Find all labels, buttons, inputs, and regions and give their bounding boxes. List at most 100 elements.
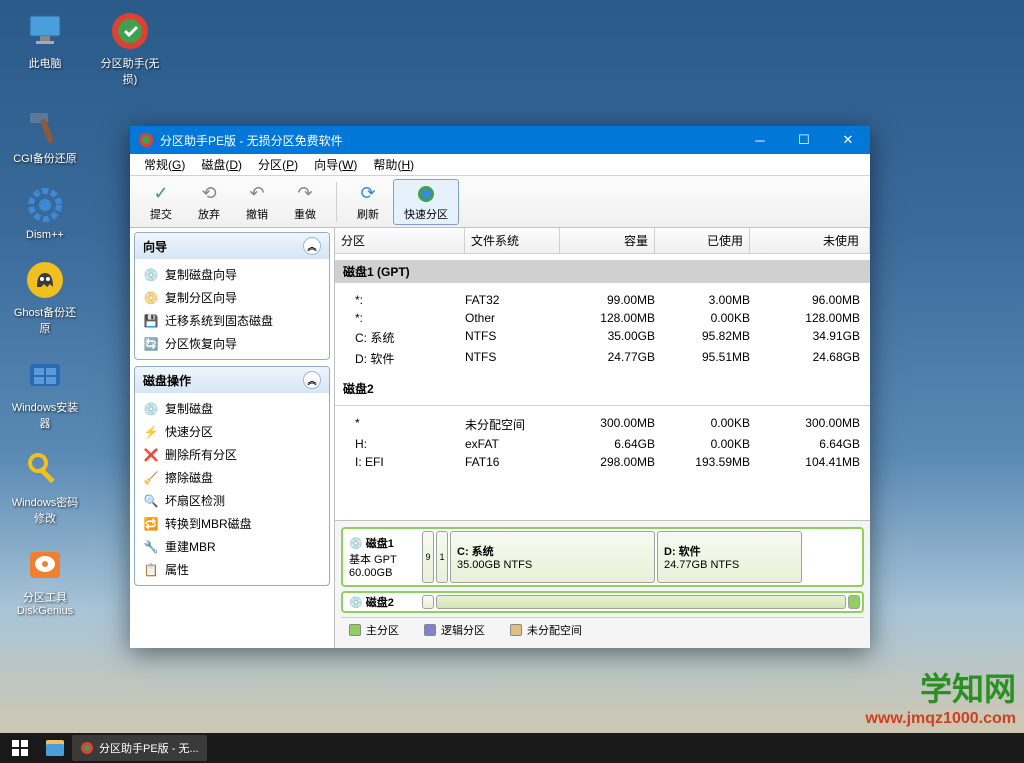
tool-quick-partition[interactable]: 快速分区 <box>393 179 459 225</box>
app-window: 分区助手PE版 - 无损分区免费软件 ─ ☐ ✕ 常规(G) 磁盘(D) 分区(… <box>130 126 870 648</box>
delete-icon: ❌ <box>143 447 159 463</box>
desktop-icon-diskgenius[interactable]: 分区工具DiskGenius <box>10 544 80 617</box>
taskbar-app[interactable]: 分区助手PE版 - 无... <box>72 735 207 761</box>
close-button[interactable]: ✕ <box>826 126 870 154</box>
desktop-icon-dism[interactable]: Dism++ <box>10 184 80 241</box>
partition-table: 磁盘1 (GPT) *:FAT3299.00MB3.00MB96.00MB *:… <box>335 254 870 520</box>
sidebar: 向导︽ 💿复制磁盘向导 📀复制分区向导 💾迁移系统到固态磁盘 🔄分区恢复向导 磁… <box>130 228 335 648</box>
tool-undo[interactable]: ↶撤销 <box>234 179 280 225</box>
col-partition[interactable]: 分区 <box>335 228 465 253</box>
menu-wizard[interactable]: 向导(W) <box>306 156 365 173</box>
partition-icon: 📀 <box>143 290 159 306</box>
taskbar-explorer-icon[interactable] <box>40 740 70 756</box>
sidebar-item-quick-partition[interactable]: ⚡快速分区 <box>141 420 323 443</box>
desktop-icon-partition-assist[interactable]: 分区助手(无损) <box>95 10 165 87</box>
sidebar-item-bad-sector[interactable]: 🔍坏扇区检测 <box>141 489 323 512</box>
partition-assist-icon <box>109 10 151 52</box>
copy-icon: 💿 <box>143 401 159 417</box>
key-icon <box>24 449 66 491</box>
app-icon <box>138 132 154 148</box>
partition-box[interactable]: 9 <box>422 531 434 583</box>
disk2-visual[interactable]: 💿 磁盘2 <box>341 591 864 613</box>
maximize-button[interactable]: ☐ <box>782 126 826 154</box>
ssd-icon: 💾 <box>143 313 159 329</box>
sidebar-item-recover-wizard[interactable]: 🔄分区恢复向导 <box>141 332 323 355</box>
sidebar-item-copy-partition-wizard[interactable]: 📀复制分区向导 <box>141 286 323 309</box>
start-button[interactable] <box>0 733 40 763</box>
legend-unallocated: 未分配空间 <box>510 622 582 638</box>
table-row[interactable]: H:exFAT6.64GB0.00KB6.64GB <box>335 435 870 453</box>
computer-icon <box>24 10 66 52</box>
partition-box-c[interactable]: C: 系统35.00GB NTFS <box>450 531 655 583</box>
chevron-up-icon: ︽ <box>303 237 321 255</box>
col-free[interactable]: 未使用 <box>750 228 870 253</box>
redo-icon: ↷ <box>293 182 317 206</box>
properties-icon: 📋 <box>143 562 159 578</box>
table-row[interactable]: *:FAT3299.00MB3.00MB96.00MB <box>335 291 870 309</box>
convert-icon: 🔁 <box>143 516 159 532</box>
col-capacity[interactable]: 容量 <box>560 228 655 253</box>
quick-partition-icon <box>414 182 438 206</box>
menu-partition[interactable]: 分区(P) <box>250 156 306 173</box>
gear-icon <box>24 184 66 226</box>
partition-box[interactable]: 1 <box>436 531 448 583</box>
panel-disk-ops: 磁盘操作︽ 💿复制磁盘 ⚡快速分区 ❌删除所有分区 🧹擦除磁盘 🔍坏扇区检测 🔁… <box>134 366 330 586</box>
main-area: 分区 文件系统 容量 已使用 未使用 磁盘1 (GPT) *:FAT3299.0… <box>335 228 870 648</box>
sidebar-item-rebuild-mbr[interactable]: 🔧重建MBR <box>141 535 323 558</box>
col-used[interactable]: 已使用 <box>655 228 750 253</box>
disk1-visual[interactable]: 💿 磁盘1 基本 GPT 60.00GB 9 1 C: 系统35.00GB NT… <box>341 527 864 587</box>
chevron-up-icon: ︽ <box>303 371 321 389</box>
table-row[interactable]: C: 系统NTFS35.00GB95.82MB34.91GB <box>335 327 870 348</box>
sidebar-item-copy-disk-wizard[interactable]: 💿复制磁盘向导 <box>141 263 323 286</box>
panel-disk-ops-header[interactable]: 磁盘操作︽ <box>135 367 329 393</box>
table-row[interactable]: D: 软件NTFS24.77GB95.51MB24.68GB <box>335 348 870 369</box>
col-fs[interactable]: 文件系统 <box>465 228 560 253</box>
menu-general[interactable]: 常规(G) <box>136 156 193 173</box>
menubar: 常规(G) 磁盘(D) 分区(P) 向导(W) 帮助(H) <box>130 154 870 176</box>
legend-primary: 主分区 <box>349 622 399 638</box>
wipe-icon: 🧹 <box>143 470 159 486</box>
partition-box[interactable] <box>848 595 860 609</box>
tool-redo[interactable]: ↷重做 <box>282 179 328 225</box>
titlebar[interactable]: 分区助手PE版 - 无损分区免费软件 ─ ☐ ✕ <box>130 126 870 154</box>
watermark: 学知网 www.jmqz1000.com <box>865 664 1016 728</box>
tool-refresh[interactable]: ⟳刷新 <box>345 179 391 225</box>
table-row[interactable]: I: EFIFAT16298.00MB193.59MB104.41MB <box>335 453 870 471</box>
menu-disk[interactable]: 磁盘(D) <box>193 156 250 173</box>
sidebar-item-delete-all[interactable]: ❌删除所有分区 <box>141 443 323 466</box>
desktop-icon-cgi[interactable]: CGI备份还原 <box>10 105 80 166</box>
sidebar-item-properties[interactable]: 📋属性 <box>141 558 323 581</box>
discard-icon: ⟲ <box>197 182 221 206</box>
panel-wizard-header[interactable]: 向导︽ <box>135 233 329 259</box>
menu-help[interactable]: 帮助(H) <box>365 156 422 173</box>
partition-box[interactable] <box>422 595 434 609</box>
desktop-icon-this-pc[interactable]: 此电脑 <box>10 10 80 87</box>
disk1-header[interactable]: 磁盘1 (GPT) <box>335 260 870 283</box>
disk2-label: 💿 磁盘2 <box>345 595 420 609</box>
tool-commit[interactable]: ✓提交 <box>138 179 184 225</box>
disk-icon: 💿 <box>143 267 159 283</box>
table-row[interactable]: *:Other128.00MB0.00KB128.00MB <box>335 309 870 327</box>
check-icon: ✓ <box>149 182 173 206</box>
disk1-label: 💿 磁盘1 基本 GPT 60.00GB <box>345 531 420 583</box>
sidebar-item-migrate-ssd[interactable]: 💾迁移系统到固态磁盘 <box>141 309 323 332</box>
partition-box[interactable] <box>436 595 846 609</box>
taskbar: 分区助手PE版 - 无... <box>0 733 1024 763</box>
window-title: 分区助手PE版 - 无损分区免费软件 <box>160 132 343 149</box>
sidebar-item-convert-mbr[interactable]: 🔁转换到MBR磁盘 <box>141 512 323 535</box>
tool-discard[interactable]: ⟲放弃 <box>186 179 232 225</box>
diskgenius-icon <box>24 544 66 586</box>
separator <box>336 182 337 222</box>
table-row[interactable]: *未分配空间300.00MB0.00KB300.00MB <box>335 414 870 435</box>
ghost-icon <box>24 259 66 301</box>
desktop-icon-ghost[interactable]: Ghost备份还原 <box>10 259 80 336</box>
sidebar-item-wipe[interactable]: 🧹擦除磁盘 <box>141 466 323 489</box>
desktop-icon-password[interactable]: Windows密码修改 <box>10 449 80 526</box>
partition-box-d[interactable]: D: 软件24.77GB NTFS <box>657 531 802 583</box>
minimize-button[interactable]: ─ <box>738 126 782 154</box>
rebuild-icon: 🔧 <box>143 539 159 555</box>
disk2-header[interactable]: 磁盘2 <box>335 377 870 400</box>
windows-install-icon <box>24 354 66 396</box>
sidebar-item-copy-disk[interactable]: 💿复制磁盘 <box>141 397 323 420</box>
desktop-icon-win-install[interactable]: Windows安装器 <box>10 354 80 431</box>
